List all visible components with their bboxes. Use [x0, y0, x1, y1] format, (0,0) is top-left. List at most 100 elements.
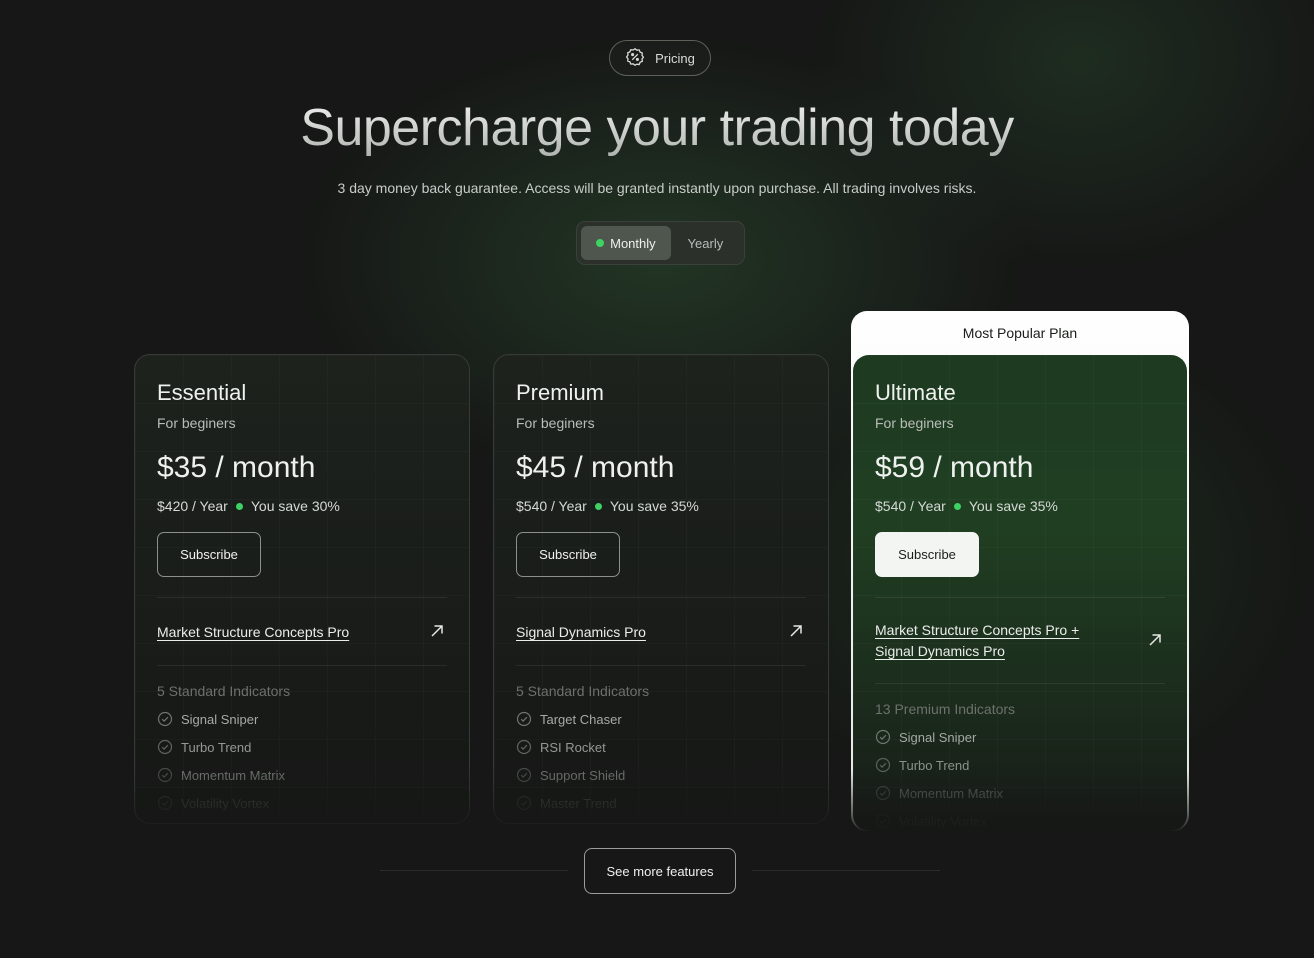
check-circle-icon	[875, 813, 891, 829]
list-item: RSI Rocket	[516, 733, 625, 761]
divider	[157, 597, 447, 598]
subscribe-button[interactable]: Subscribe	[516, 532, 620, 577]
check-circle-icon	[875, 757, 891, 773]
list-item: Turbo Trend	[875, 751, 1003, 779]
product-link[interactable]: Signal Dynamics Pro	[516, 622, 756, 643]
features-list: Target Chaser RSI Rocket Support Shield …	[516, 705, 625, 817]
divider	[380, 870, 568, 871]
list-item: Target Chaser	[516, 705, 625, 733]
check-circle-icon	[157, 767, 173, 783]
plan-card-ultimate: Ultimate For beginers $59 / month $540 /…	[853, 355, 1187, 831]
product-line: Signal Dynamics Pro	[875, 643, 1005, 659]
savings-dot-icon	[594, 502, 602, 510]
check-circle-icon	[516, 795, 532, 811]
list-item: Momentum Matrix	[157, 761, 285, 789]
plan-audience: For beginers	[157, 415, 236, 431]
most-popular-label: Most Popular Plan	[962, 325, 1078, 341]
pricing-badge-label: Pricing	[655, 50, 695, 66]
plan-savings: You save 35%	[609, 498, 699, 514]
savings-dot-icon	[953, 502, 961, 510]
plan-price: $45 / month	[516, 451, 675, 484]
features-list: Signal Sniper Turbo Trend Momentum Matri…	[157, 705, 285, 817]
plan-price: $35 / month	[157, 451, 316, 484]
plan-yearly-price: $540 / Year	[516, 498, 587, 514]
plan-yearly-price: $420 / Year	[157, 498, 228, 514]
list-item: Support Shield	[516, 761, 625, 789]
plan-name: Premium	[516, 380, 605, 405]
feature-label: Momentum Matrix	[181, 767, 286, 783]
plan-yearly-info: $540 / Year You save 35%	[875, 498, 1058, 514]
toggle-yearly[interactable]: Yearly	[671, 226, 740, 260]
check-circle-icon	[875, 785, 891, 801]
billing-toggle: Monthly Yearly	[576, 221, 745, 265]
feature-label: Volatility Vortex	[181, 795, 270, 811]
divider	[157, 665, 447, 666]
subscribe-button[interactable]: Subscribe	[157, 532, 261, 577]
divider	[516, 597, 806, 598]
features-heading: 5 Standard Indicators	[157, 683, 291, 699]
plan-card-premium: Premium For beginers $45 / month $540 / …	[493, 354, 829, 824]
list-item: Master Trend	[516, 789, 625, 817]
plan-yearly-price: $540 / Year	[875, 498, 946, 514]
product-line: Signal Dynamics Pro	[516, 624, 646, 640]
plan-yearly-info: $420 / Year You save 30%	[157, 498, 340, 514]
list-item: Signal Sniper	[875, 723, 1003, 751]
list-item: Turbo Trend	[157, 733, 285, 761]
feature-label: Target Chaser	[540, 711, 622, 727]
check-circle-icon	[516, 711, 532, 727]
feature-label: Momentum Matrix	[899, 785, 1004, 801]
list-item: Volatility Vortex	[875, 807, 1003, 831]
check-circle-icon	[516, 767, 532, 783]
subscribe-button[interactable]: Subscribe	[875, 532, 979, 577]
product-link[interactable]: Market Structure Concepts Pro	[157, 622, 397, 643]
list-item: Signal Sniper	[157, 705, 285, 733]
product-link[interactable]: Market Structure Concepts Pro + Signal D…	[875, 620, 1115, 662]
check-circle-icon	[157, 739, 173, 755]
features-list: Signal Sniper Turbo Trend Momentum Matri…	[875, 723, 1003, 831]
feature-label: Signal Sniper	[899, 729, 977, 745]
product-line: Market Structure Concepts Pro +	[875, 622, 1080, 638]
product-line: Market Structure Concepts Pro	[157, 624, 350, 640]
feature-label: RSI Rocket	[540, 739, 606, 755]
plan-savings: You save 35%	[968, 498, 1058, 514]
discount-badge-icon	[625, 47, 645, 70]
toggle-monthly-label: Monthly	[610, 235, 656, 251]
page-subtitle: 3 day money back guarantee. Access will …	[337, 180, 977, 196]
plan-savings: You save 30%	[250, 498, 340, 514]
features-heading: 5 Standard Indicators	[516, 683, 650, 699]
plan-audience: For beginers	[875, 415, 954, 431]
plan-price: $59 / month	[875, 451, 1034, 484]
savings-dot-icon	[235, 502, 243, 510]
arrow-up-right-icon[interactable]	[1147, 632, 1163, 648]
toggle-monthly[interactable]: Monthly	[581, 226, 671, 260]
plan-audience: For beginers	[516, 415, 595, 431]
pricing-badge: Pricing	[609, 40, 711, 76]
feature-label: Master Trend	[540, 795, 617, 811]
check-circle-icon	[157, 711, 173, 727]
check-circle-icon	[516, 739, 532, 755]
page-title: Supercharge your trading today	[0, 98, 1314, 158]
plan-card-essential: Essential For beginers $35 / month $420 …	[134, 354, 470, 824]
see-more-features-button[interactable]: See more features	[584, 848, 736, 894]
feature-label: Turbo Trend	[899, 757, 970, 773]
arrow-up-right-icon[interactable]	[429, 623, 445, 639]
plan-yearly-info: $540 / Year You save 35%	[516, 498, 699, 514]
feature-label: Support Shield	[540, 767, 626, 783]
divider	[875, 597, 1165, 598]
feature-label: Signal Sniper	[181, 711, 259, 727]
divider	[752, 870, 940, 871]
check-circle-icon	[875, 729, 891, 745]
list-item: Volatility Vortex	[157, 789, 285, 817]
plan-name: Ultimate	[875, 380, 956, 405]
active-dot-icon	[596, 239, 605, 247]
features-heading: 13 Premium Indicators	[875, 701, 1016, 717]
divider	[516, 665, 806, 666]
feature-label: Turbo Trend	[181, 739, 252, 755]
list-item: Momentum Matrix	[875, 779, 1003, 807]
arrow-up-right-icon[interactable]	[788, 623, 804, 639]
check-circle-icon	[157, 795, 173, 811]
toggle-yearly-label: Yearly	[687, 235, 724, 251]
plan-name: Essential	[157, 380, 247, 405]
feature-label: Volatility Vortex	[899, 813, 988, 829]
divider	[875, 683, 1165, 684]
